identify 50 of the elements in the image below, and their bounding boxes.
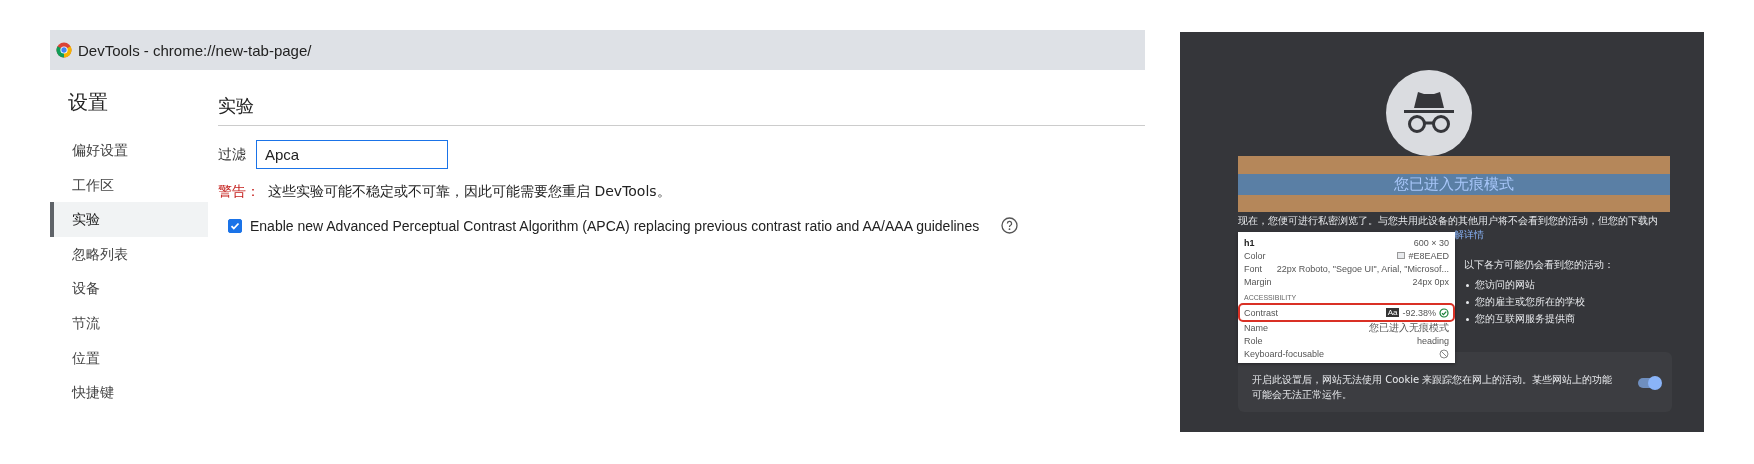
window-title: DevTools - chrome://new-tab-page/ xyxy=(78,41,312,59)
panel-title: 实验 xyxy=(218,95,254,116)
property-label: Name xyxy=(1244,322,1268,333)
warning-label: 警告： xyxy=(218,183,260,201)
element-size: 600 × 30 xyxy=(1413,237,1449,248)
intro-text: 现在，您便可进行私密浏览了。与您共用此设备的其他用户将不会看到您的活动，但您的下载内 xyxy=(1238,214,1659,228)
list-item: 您的互联网服务提供商 xyxy=(1475,312,1575,326)
sidebar-item[interactable]: 快捷键 xyxy=(50,375,208,410)
filter-field[interactable]: Apca xyxy=(256,140,448,169)
property-label: Margin xyxy=(1244,276,1272,287)
bullet xyxy=(1466,317,1469,321)
sidebar-item[interactable]: 忽略列表 xyxy=(50,236,208,272)
property-value: 24px 0px xyxy=(1412,276,1449,287)
property-label: Font xyxy=(1244,263,1262,274)
not-allowed-icon xyxy=(1439,348,1449,359)
property-value: heading xyxy=(1416,335,1449,346)
property-label: Color xyxy=(1244,250,1266,261)
browser-logo-icon xyxy=(56,42,72,58)
bullet xyxy=(1466,300,1469,304)
checkbox[interactable] xyxy=(228,218,242,233)
property-label: Contrast xyxy=(1244,307,1278,318)
help-icon[interactable] xyxy=(1001,217,1019,234)
sidebar-item[interactable]: 工作区 xyxy=(50,167,208,203)
contrast-sample: Aa xyxy=(1385,308,1400,317)
sidebar-item[interactable]: 节流 xyxy=(50,305,208,341)
element-tag: h1 xyxy=(1244,237,1255,248)
warning-text: 这些实验可能不稳定或不可靠，因此可能需要您重启 DevTools。 xyxy=(268,183,671,201)
property-value: #E8EAED xyxy=(1408,250,1449,261)
sidebar-title: 设置 xyxy=(67,90,109,116)
toggle-switch[interactable] xyxy=(1638,378,1660,388)
bullet xyxy=(1466,283,1469,287)
cookie-text: 开启此设置后，网站无法使用 Cookie 来跟踪您在网上的活动。某些网站上的功能可能会无法正常运作。 xyxy=(1252,373,1614,402)
experiment-label: Enable new Advanced Perceptual Contrast Algorithm (APCA) replacing previous contrast ratio and AA/AAA guidelines xyxy=(250,217,980,234)
list-item: 您访问的网站 xyxy=(1475,278,1535,292)
sidebar-item[interactable]: 位置 xyxy=(50,340,208,376)
check-circle-icon xyxy=(1439,307,1449,318)
list-title: 以下各方可能仍会看到您的活动： xyxy=(1464,258,1615,272)
color-swatch xyxy=(1397,252,1406,259)
page-heading: 您已进入无痕模式 xyxy=(1394,174,1514,194)
filter-label: 过滤 xyxy=(218,145,246,164)
sidebar-item[interactable]: 设备 xyxy=(50,271,208,306)
sidebar-item[interactable]: 偏好设置 xyxy=(50,133,208,168)
property-value: 22px Roboto, "Segoe UI", Arial, "Microsof... xyxy=(1276,263,1449,274)
property-value: 您已进入无痕模式 xyxy=(1369,320,1449,335)
checkmark-icon xyxy=(230,220,240,231)
sidebar-item[interactable]: 实验 xyxy=(50,202,208,237)
property-value: -92.38% xyxy=(1402,307,1436,318)
list-item: 您的雇主或您所在的学校 xyxy=(1475,295,1585,309)
property-label: Keyboard-focusable xyxy=(1244,348,1325,359)
property-label: Role xyxy=(1244,335,1263,346)
